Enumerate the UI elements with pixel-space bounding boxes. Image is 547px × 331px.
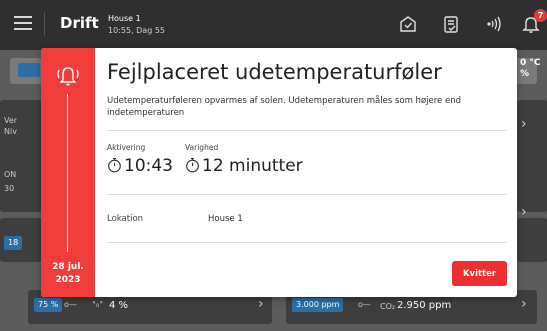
house-name[interactable]: House 1 <box>108 14 141 23</box>
alarm-description: Udetemperaturføleren opvarmes af solen. … <box>107 96 461 118</box>
location-value: House 1 <box>208 214 243 224</box>
clipboard-check-icon[interactable] <box>441 14 461 34</box>
house-check-icon[interactable] <box>398 14 418 34</box>
card-num-text: 30 <box>4 184 15 193</box>
stopwatch-icon <box>185 157 200 173</box>
divider <box>44 12 45 36</box>
card-text: Ver <box>4 116 18 125</box>
divider <box>107 194 507 195</box>
house-time: 10:55, Dag 55 <box>108 26 166 35</box>
card-pill: 18 <box>4 236 23 250</box>
chevron-right-icon[interactable]: › <box>521 296 527 312</box>
activation-label: Aktivering <box>107 143 146 152</box>
slider-icon: o— <box>64 300 77 309</box>
chevron-right-icon[interactable]: › <box>258 296 264 312</box>
co2-label: CO₂ <box>380 302 396 311</box>
duration-value: 12 minutter <box>185 156 303 176</box>
acknowledge-button[interactable]: Kvitter <box>452 261 507 286</box>
strip-button[interactable] <box>18 63 40 77</box>
alarm-side-bar: 28 jul. 2023 <box>41 48 95 297</box>
notification-badge: 7 <box>534 9 547 22</box>
chevron-right-icon[interactable]: › <box>521 204 527 220</box>
location-label: Lokation <box>107 214 144 224</box>
alarm-dialog: 28 jul. 2023 Fejlplaceret udetemperaturf… <box>41 48 517 297</box>
temp-readout: 0 °C % <box>520 58 541 79</box>
stopwatch-icon <box>107 157 122 173</box>
chevron-right-icon[interactable]: › <box>521 116 527 132</box>
card-on-text: ON <box>4 170 17 179</box>
card-text: Niv <box>4 127 17 136</box>
alarm-title: Fejlplaceret udetemperaturføler <box>107 60 442 84</box>
divider <box>107 130 507 131</box>
top-bar: Drift House 1 10:55, Dag 55 7 <box>0 0 547 50</box>
card-right-mid[interactable] <box>517 218 547 262</box>
bottom-left-value: 4 % <box>109 300 129 311</box>
duration-label: Varighed <box>185 143 219 152</box>
alarm-bell-icon <box>53 62 83 88</box>
signal-icon[interactable] <box>484 14 504 34</box>
bottom-right-pill: 3.000 ppm <box>292 298 344 312</box>
bottom-left-pill: 75 % <box>34 298 63 312</box>
timeline-line <box>67 94 68 252</box>
fan-icon: °₀° <box>92 300 104 309</box>
menu-icon[interactable] <box>14 16 32 30</box>
app-name: Drift <box>60 14 99 32</box>
activation-time: 10:43 <box>107 156 173 176</box>
alarm-date: 28 jul. 2023 <box>52 262 84 285</box>
divider <box>107 242 507 243</box>
slider-icon: o— <box>358 300 371 309</box>
bottom-right-value: 2.950 ppm <box>397 300 452 311</box>
